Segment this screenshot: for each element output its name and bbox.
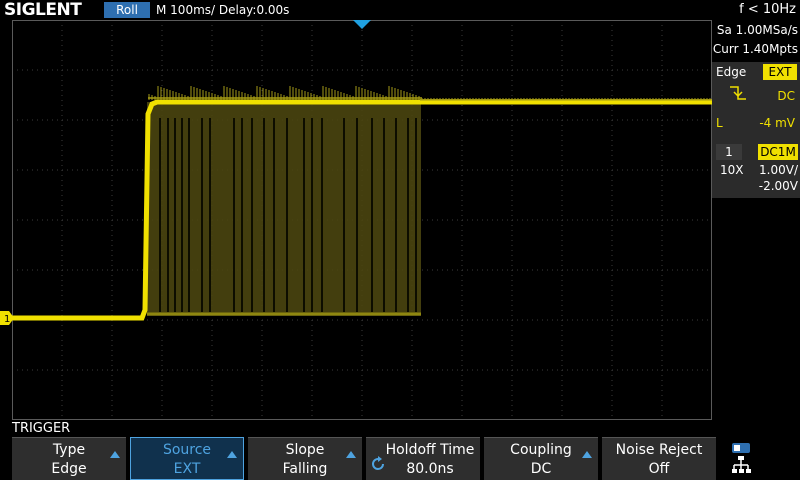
chevron-up-icon — [227, 451, 237, 458]
softkey-type[interactable]: Type Edge — [12, 437, 126, 480]
burst-spikes-top — [148, 86, 711, 100]
timebase-readout: M 100ms/ Delay:0.00s — [156, 3, 290, 17]
softkey-value: Off — [648, 461, 670, 477]
softkey-noise-reject[interactable]: Noise Reject Off — [602, 437, 716, 480]
softkey-holdoff[interactable]: Holdoff Time 80.0ns — [366, 437, 480, 480]
channel-number: 1 — [716, 144, 742, 160]
trigger-level: -4 mV — [759, 116, 795, 130]
trigger-level-label: L — [716, 116, 723, 130]
usb-network-icon — [722, 439, 800, 479]
info-panel: Sa 1.00MSa/s Curr 1.40Mpts Edge EXT DC L… — [712, 20, 800, 438]
softkey-coupling[interactable]: Coupling DC — [484, 437, 598, 480]
waveform-display[interactable] — [12, 20, 712, 420]
chevron-up-icon — [582, 451, 592, 458]
chevron-up-icon — [110, 451, 120, 458]
channel1-summary[interactable]: 1 DC1M 10X 1.00V/ -2.00V — [712, 142, 800, 198]
probe-attenuation: 10X — [720, 163, 744, 177]
frequency-counter: f < 10Hz — [739, 2, 796, 17]
softkey-value: Edge — [51, 461, 87, 477]
softkey-label: Holdoff Time — [385, 442, 475, 458]
menu-title: TRIGGER — [12, 421, 71, 436]
memory-depth: Curr 1.40Mpts — [712, 42, 798, 56]
softkey-menu: Type Edge Source EXT Slope Falling Holdo… — [12, 437, 800, 480]
graticule — [12, 20, 712, 420]
softkey-label: Noise Reject — [615, 442, 703, 458]
channel-coupling-badge: DC1M — [758, 144, 798, 160]
softkey-value: DC — [530, 461, 552, 477]
trigger-position-marker[interactable] — [353, 20, 371, 30]
acquisition-mode-badge[interactable]: Roll — [104, 2, 150, 18]
sample-rate: Sa 1.00MSa/s — [716, 23, 798, 37]
softkey-source[interactable]: Source EXT — [130, 437, 244, 480]
softkey-value: EXT — [173, 461, 201, 477]
channel1-marker-label: 1 — [4, 314, 10, 325]
softkey-label: Slope — [285, 442, 325, 458]
softkey-label: Type — [52, 442, 86, 458]
softkey-label: Coupling — [510, 442, 572, 458]
falling-edge-icon — [730, 86, 746, 100]
channel1-offset-marker[interactable]: 1 — [0, 311, 14, 325]
softkey-value: Falling — [282, 461, 328, 477]
softkey-slope[interactable]: Slope Falling — [248, 437, 362, 480]
top-status-bar: SIGLENT Roll M 100ms/ Delay:0.00s f < 10… — [0, 0, 800, 20]
trigger-summary[interactable]: Edge EXT DC L -4 mV — [712, 62, 800, 150]
trigger-type: Edge — [716, 65, 747, 79]
chevron-up-icon — [346, 451, 356, 458]
trigger-source-badge: EXT — [763, 64, 797, 80]
trigger-coupling: DC — [777, 89, 795, 103]
brand-logo: SIGLENT — [4, 0, 82, 20]
vertical-offset: -2.00V — [758, 179, 798, 193]
softkey-value: 80.0ns — [406, 461, 454, 477]
vertical-scale: 1.00V/ — [759, 163, 798, 177]
